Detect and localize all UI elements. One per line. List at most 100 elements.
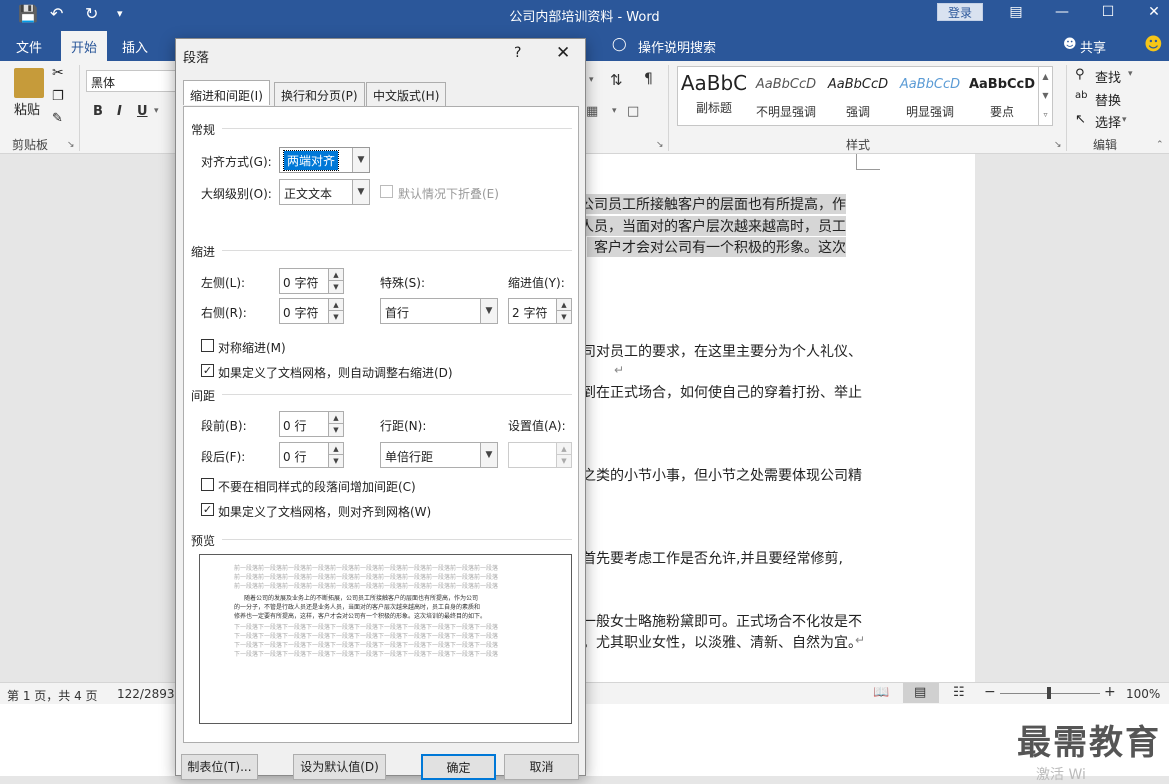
border-dropdown-icon[interactable]: ▾ [612,106,617,116]
show-marks-icon[interactable]: ¶ [644,71,653,87]
borders-icon[interactable]: □ [627,104,639,119]
collapse-ribbon-icon[interactable]: ⌃ [1156,140,1164,150]
bold-button[interactable]: B [93,104,103,119]
alignment-select[interactable]: 两端对齐 ▼ [279,147,370,173]
gallery-up-icon[interactable]: ▲ [1039,67,1052,86]
font-name-box[interactable]: 黑体 [86,70,176,92]
format-painter-icon[interactable]: ✎ [52,111,63,126]
spin-down-icon[interactable]: ▼ [329,455,343,467]
tell-me-search[interactable]: 操作说明搜索 [638,37,716,56]
underline-dropdown-icon[interactable]: ▾ [154,106,159,116]
paragraph-launcher-icon[interactable]: ↘ [656,140,664,150]
replace-button[interactable]: 替换 [1095,90,1121,109]
print-layout-icon[interactable]: ▤ [914,685,926,700]
outline-select[interactable]: 正文文本 ▼ [279,179,370,205]
auto-right-indent-checkbox[interactable]: ✓ [201,364,214,377]
minimize-icon[interactable]: — [1047,4,1077,20]
spin-up-icon[interactable]: ▲ [329,269,343,281]
select-dropdown-icon[interactable]: ▾ [1122,115,1127,125]
zoom-in-icon[interactable]: + [1104,684,1116,700]
shading-icon[interactable]: ▦ [586,104,598,119]
style-subtitle[interactable]: AaBbC 副标题 [678,67,750,125]
snap-to-grid-checkbox[interactable]: ✓ [201,503,214,516]
doc-line[interactable]: 到在正式场合，如何使自己的穿着打扮、举止 [582,382,862,402]
close-icon[interactable]: ✕ [556,43,570,63]
tab-file[interactable]: 文件 [16,37,42,56]
paste-icon[interactable] [14,68,44,98]
line-spacing-select[interactable]: 单倍行距 ▼ [380,442,498,468]
ok-button[interactable]: 确定 [421,754,496,780]
dialog-launcher-icon[interactable]: ↘ [67,140,75,150]
space-after-input[interactable]: 0 行 ▲ ▼ [279,442,344,468]
spin-down-icon[interactable]: ▼ [557,311,571,323]
doc-line[interactable]: 公司员工所接触客户的层面也有所提高，作 [580,194,846,214]
gallery-scroll[interactable]: ▲ ▼ ▿ [1038,67,1052,125]
space-before-input[interactable]: 0 行 ▲ ▼ [279,411,344,437]
style-strong[interactable]: AaBbCcD 要点 [966,67,1038,125]
underline-button[interactable]: U [137,104,148,119]
select-icon[interactable]: ↖ [1075,112,1086,127]
cut-icon[interactable]: ✂ [52,65,64,81]
ribbon-display-icon[interactable]: ▤ [1001,4,1031,20]
doc-line[interactable]: 。尤其职业女性，以淡雅、清新、自然为宜。 [582,632,862,652]
gallery-more-icon[interactable]: ▿ [1039,105,1052,124]
share-button[interactable]: 共享 [1080,37,1106,56]
tabs-button[interactable]: 制表位(T)... [181,754,258,780]
spin-up-icon[interactable]: ▲ [329,299,343,311]
dropdown-arrow-icon[interactable]: ▾ [589,75,594,85]
style-emphasis[interactable]: AaBbCcD 强调 [822,67,894,125]
spin-up-icon[interactable]: ▲ [329,412,343,424]
indent-by-input[interactable]: 2 字符 ▲ ▼ [508,298,572,324]
maximize-icon[interactable]: ☐ [1093,4,1123,20]
word-count[interactable]: 122/2893 [117,687,175,701]
spin-up-icon[interactable]: ▲ [329,443,343,455]
find-dropdown-icon[interactable]: ▾ [1128,69,1133,79]
tab-home[interactable]: 开始 [61,31,108,61]
spin-up-icon[interactable]: ▲ [557,443,571,455]
tab-line-page-breaks[interactable]: 换行和分页(P) [274,82,365,106]
replace-icon[interactable]: ab [1075,90,1087,101]
mirror-indents-checkbox[interactable] [201,339,214,352]
tab-insert[interactable]: 插入 [122,37,148,56]
zoom-level[interactable]: 100% [1126,687,1160,701]
find-icon[interactable]: ⚲ [1075,67,1085,82]
right-indent-input[interactable]: 0 字符 ▲ ▼ [279,298,344,324]
zoom-out-icon[interactable]: − [984,684,996,700]
spin-down-icon[interactable]: ▼ [329,311,343,323]
tab-indents-spacing[interactable]: 缩进和间距(I) [183,80,270,105]
left-indent-input[interactable]: 0 字符 ▲ ▼ [279,268,344,294]
style-intense-emphasis[interactable]: AaBbCcD 明显强调 [894,67,966,125]
doc-line[interactable]: 之类的小节小事，但小节之处需要体现公司精 [582,465,862,485]
smiley-icon[interactable]: ☻ [1144,34,1163,55]
page-count[interactable]: 第 1 页，共 4 页 [7,687,98,704]
doc-line[interactable]: 一般女士略施粉黛即可。正式场合不化妆是不 [582,611,862,631]
help-button[interactable]: ? [514,45,521,61]
styles-launcher-icon[interactable]: ↘ [1054,140,1062,150]
doc-line[interactable]: 客户才会对公司有一个积极的形象。这次 [587,237,846,257]
find-button[interactable]: 查找 [1095,67,1121,86]
spin-down-icon[interactable]: ▼ [557,455,571,467]
style-subtle-emphasis[interactable]: AaBbCcD 不明显强调 [750,67,822,125]
gallery-down-icon[interactable]: ▼ [1039,86,1052,105]
set-default-button[interactable]: 设为默认值(D) [293,754,386,780]
tab-asian-typography[interactable]: 中文版式(H) [366,82,447,106]
read-mode-icon[interactable]: 📖 [873,685,889,700]
spin-down-icon[interactable]: ▼ [329,424,343,436]
doc-line[interactable]: 司对员工的要求，在这里主要分为个人礼仪、 [582,341,862,361]
doc-line[interactable]: 人员，当面对的客户层次越来越高时，员工 [580,216,846,236]
sort-icon[interactable]: ⇅ [610,71,623,89]
select-button[interactable]: 选择 [1095,112,1121,131]
cancel-button[interactable]: 取消 [504,754,579,780]
paste-button[interactable]: 粘贴 [14,99,40,118]
special-select[interactable]: 首行 ▼ [380,298,498,324]
collapse-checkbox[interactable] [380,185,393,198]
web-layout-icon[interactable]: ☷ [953,685,965,700]
at-input[interactable]: ▲ ▼ [508,442,572,468]
spin-up-icon[interactable]: ▲ [557,299,571,311]
no-space-same-style-checkbox[interactable] [201,478,214,491]
copy-icon[interactable]: ❐ [52,89,64,104]
login-button[interactable]: 登录 [937,3,983,21]
close-icon[interactable]: ✕ [1139,4,1169,20]
zoom-slider-thumb[interactable] [1047,687,1051,699]
spin-down-icon[interactable]: ▼ [329,281,343,293]
